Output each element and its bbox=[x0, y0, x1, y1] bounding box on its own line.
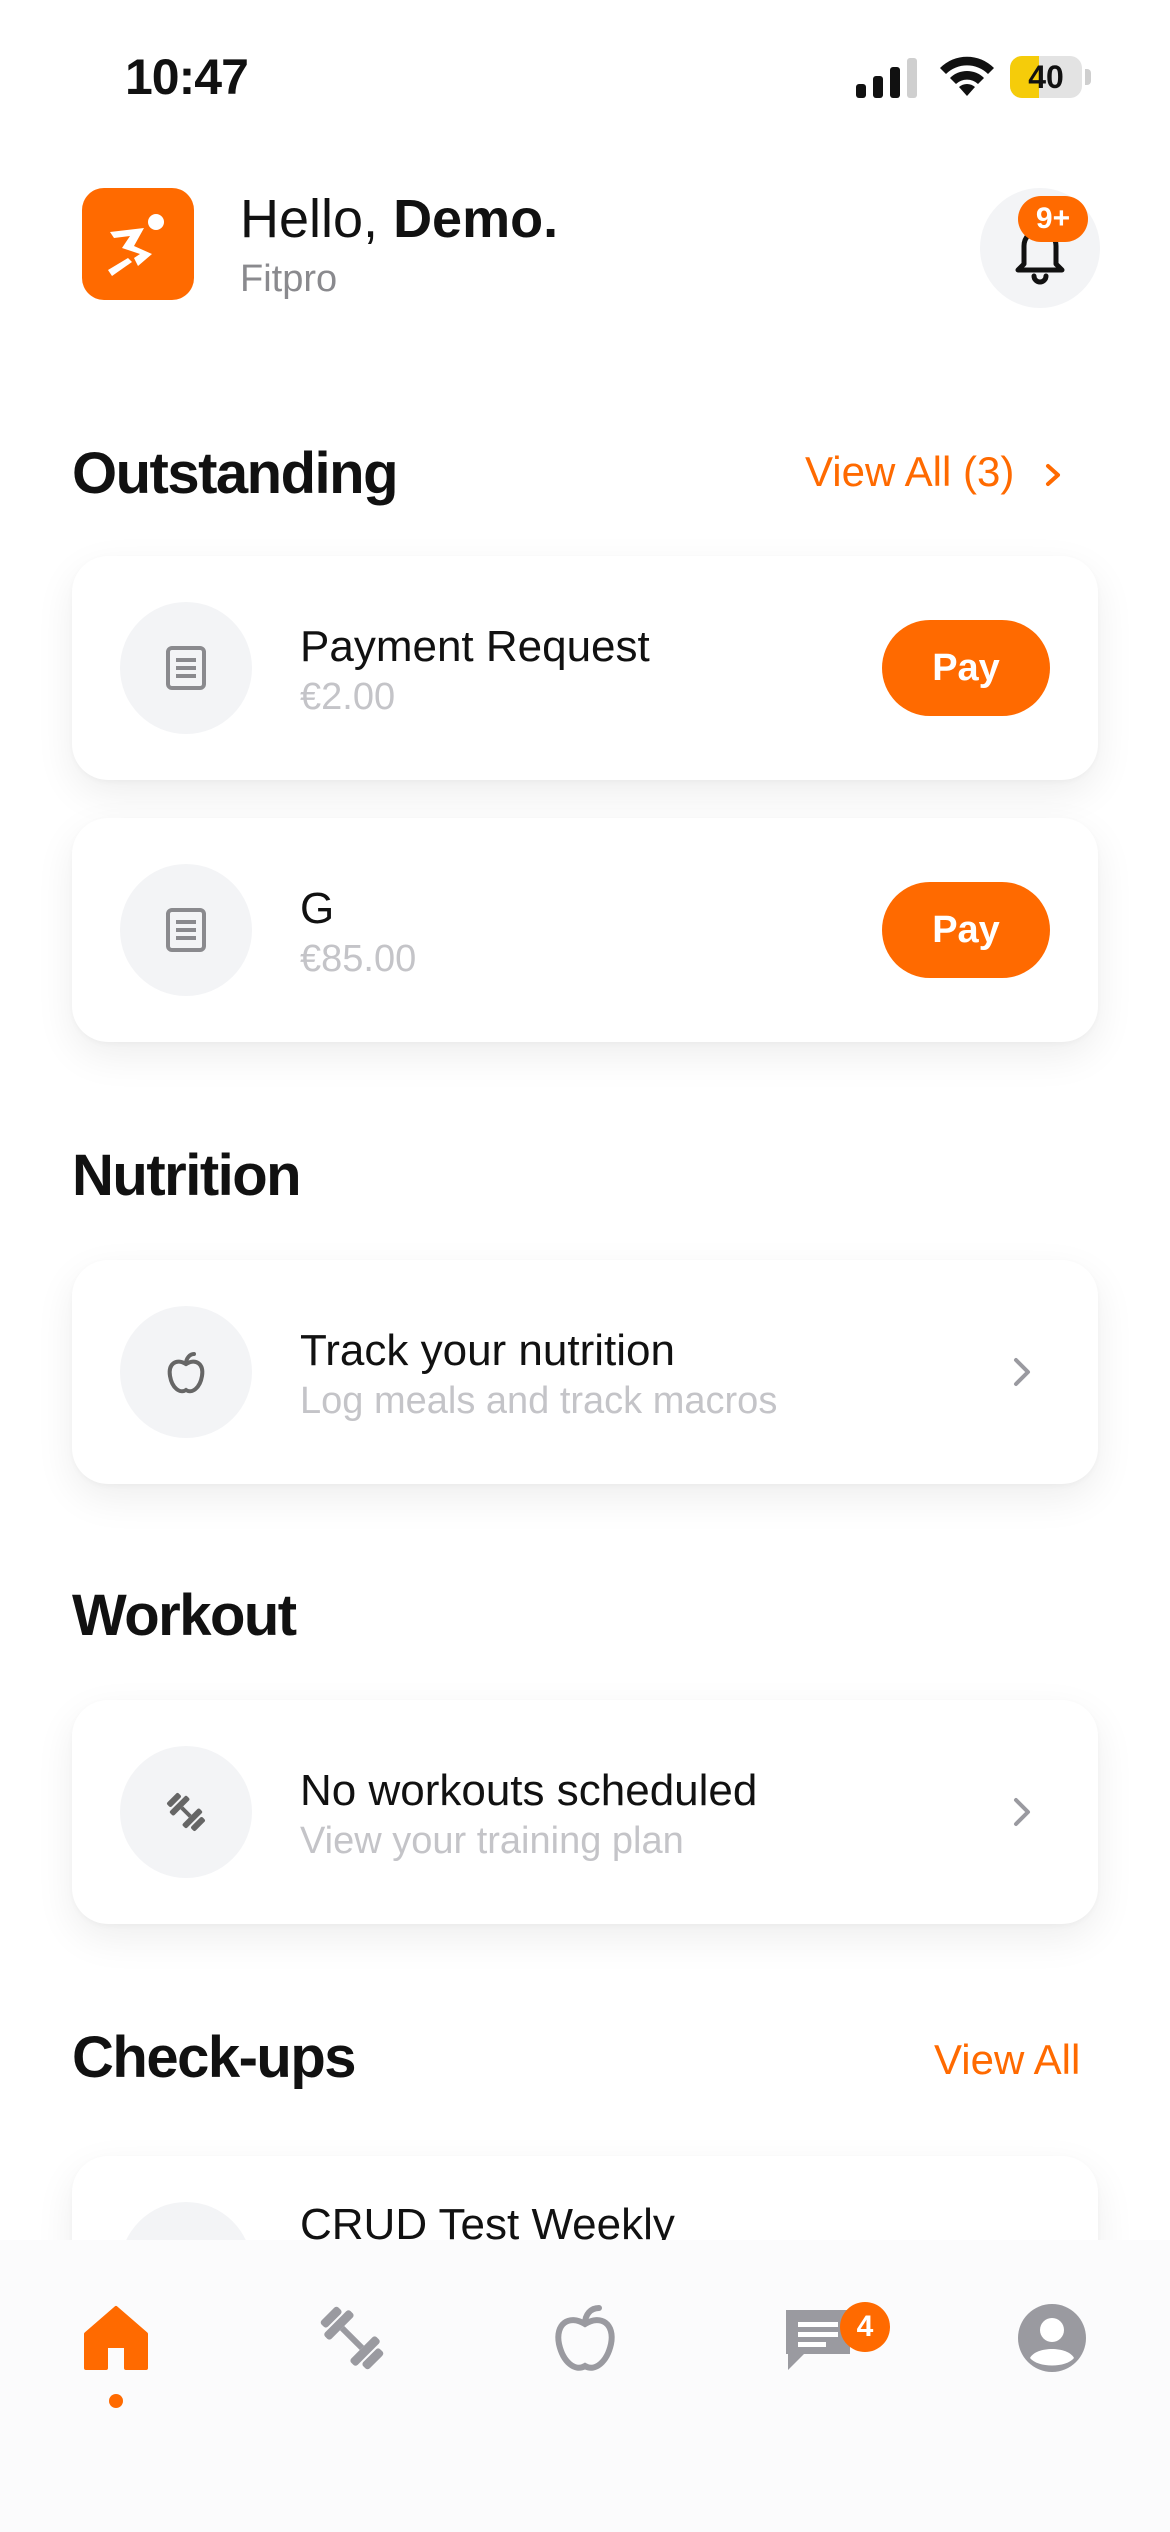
outstanding-item-card[interactable]: G €85.00 Pay bbox=[72, 818, 1098, 1042]
notification-badge: 9+ bbox=[1018, 196, 1088, 242]
outstanding-item-amount: €85.00 bbox=[300, 938, 417, 980]
tab-nutrition[interactable] bbox=[543, 2296, 627, 2380]
checkup-card-title: CRUD Test Weekly bbox=[300, 2200, 675, 2240]
pay-button[interactable]: Pay bbox=[882, 882, 1050, 978]
messages-badge: 4 bbox=[840, 2302, 890, 2352]
cellular-signal-icon bbox=[856, 58, 917, 98]
bottom-tab-bar bbox=[0, 2240, 1170, 2532]
dumbbell-icon bbox=[120, 1746, 252, 1878]
receipt-icon bbox=[120, 864, 252, 996]
outstanding-view-all-link[interactable]: View All (3) bbox=[805, 448, 1068, 496]
nutrition-title: Nutrition bbox=[72, 1143, 302, 1208]
receipt-icon bbox=[120, 602, 252, 734]
brand-name: Fitpro bbox=[240, 258, 338, 300]
dumbbell-icon bbox=[320, 2306, 384, 2370]
outstanding-item-card[interactable]: Payment Request €2.00 Pay bbox=[72, 556, 1098, 780]
workout-title: Workout bbox=[72, 1583, 297, 1648]
user-name: Demo. bbox=[393, 189, 559, 249]
greeting: Hello, Demo. bbox=[240, 188, 558, 250]
apple-icon bbox=[555, 2305, 615, 2371]
battery-level: 40 bbox=[1028, 59, 1064, 95]
greeting-prefix: Hello, bbox=[240, 189, 394, 249]
checkup-icon bbox=[120, 2202, 252, 2240]
nutrition-card-title: Track your nutrition bbox=[300, 1326, 675, 1375]
pay-button[interactable]: Pay bbox=[882, 620, 1050, 716]
outstanding-item-title: G bbox=[300, 884, 335, 933]
checkups-view-all-link[interactable]: View All bbox=[934, 2036, 1080, 2084]
apple-icon bbox=[120, 1306, 252, 1438]
profile-icon bbox=[1018, 2304, 1086, 2372]
active-tab-indicator bbox=[109, 2394, 123, 2408]
battery-indicator: 40 bbox=[1010, 56, 1092, 98]
outstanding-item-title: Payment Request bbox=[300, 622, 650, 671]
checkups-title: Check-ups bbox=[72, 2025, 357, 2090]
app-logo bbox=[82, 188, 194, 300]
tab-workouts[interactable] bbox=[310, 2296, 394, 2380]
runner-logo-icon bbox=[108, 214, 164, 276]
chevron-right-icon bbox=[1045, 463, 1060, 486]
outstanding-view-all-label: View All (3) bbox=[805, 448, 1015, 495]
workout-card-subtitle: View your training plan bbox=[300, 1820, 684, 1862]
status-time: 10:47 bbox=[125, 49, 249, 105]
tab-home[interactable] bbox=[74, 2296, 158, 2380]
workout-card-title: No workouts scheduled bbox=[300, 1766, 758, 1815]
wifi-icon bbox=[940, 56, 994, 96]
chevron-right-icon bbox=[1014, 1358, 1030, 1386]
checkups-list: CRUD Test Weekly bbox=[0, 2140, 1170, 2240]
home-icon bbox=[84, 2306, 148, 2370]
outstanding-title: Outstanding bbox=[72, 441, 399, 506]
checkup-card[interactable]: CRUD Test Weekly bbox=[72, 2156, 1098, 2240]
nutrition-card-subtitle: Log meals and track macros bbox=[300, 1380, 778, 1422]
tab-profile[interactable] bbox=[1010, 2296, 1094, 2380]
nutrition-card[interactable]: Track your nutrition Log meals and track… bbox=[72, 1260, 1098, 1484]
outstanding-item-amount: €2.00 bbox=[300, 676, 396, 718]
chevron-right-icon bbox=[1014, 1798, 1030, 1826]
workout-card[interactable]: No workouts scheduled View your training… bbox=[72, 1700, 1098, 1924]
